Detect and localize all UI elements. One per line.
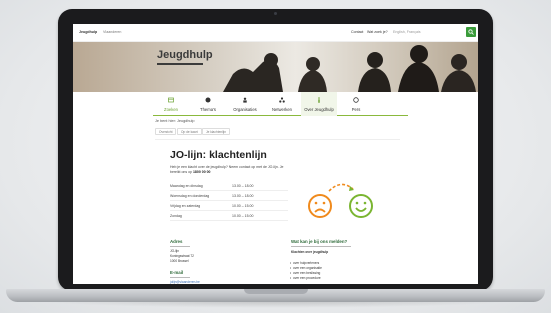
search-link[interactable]: Wat zoek je? — [367, 30, 388, 34]
hero-underline — [157, 63, 203, 65]
globe-icon — [205, 97, 211, 103]
divider — [170, 246, 190, 247]
hours-row: Woensdag en donderdag 13.00 – 18.00 — [170, 192, 288, 201]
email-heading: E-mail — [170, 270, 184, 275]
breadcrumb[interactable]: Je bent hier: Jeugdhulp — [155, 119, 194, 123]
nav-label: Pers — [351, 107, 361, 112]
hours-day: Woensdag en donderdag — [170, 194, 210, 198]
search-icon — [168, 97, 174, 103]
divider — [170, 277, 190, 278]
divider — [291, 246, 351, 247]
nav-item-pers[interactable]: Pers — [338, 92, 374, 116]
hero-banner: Jeugdhulp — [73, 42, 478, 92]
list-item: over hulpverleners — [290, 261, 319, 265]
list-item: over een organisatie — [290, 266, 322, 270]
page-title: JO-lijn: klachtenlijn — [170, 149, 267, 161]
laptop-notch — [244, 289, 308, 294]
content-card: JO-lijn: klachtenlijn Heb je een klacht … — [170, 149, 385, 284]
webcam-icon — [274, 12, 277, 15]
sad-to-happy-illustration — [308, 183, 373, 218]
search-icon — [468, 29, 474, 35]
laptop-screen: Jeugdhulp Vlaanderen Contact Wat zoek je… — [73, 24, 478, 284]
main-nav: Zoeken Thema's Organisaties Netwerken Ov… — [153, 92, 408, 116]
intro-phone[interactable]: 1800 00 00 — [193, 170, 211, 174]
hours-time: 13.00 – 18.00 — [232, 184, 254, 188]
network-icon — [279, 97, 285, 103]
nav-label: Over Jeugdhulp — [304, 107, 334, 112]
report-subheading: Klachten over jeugdhulp — [291, 250, 329, 254]
address-city: 1000 Brussel — [170, 259, 189, 263]
megaphone-icon — [353, 97, 359, 103]
nav-label: Netwerken — [271, 107, 292, 112]
hours-row: Maandag en dinsdag 13.00 – 18.00 — [170, 182, 288, 191]
tool-map[interactable]: Op de kaart — [177, 128, 202, 135]
hours-time: 10.00 – 15.00 — [232, 204, 254, 208]
nav-item-over-jeugdhulp[interactable]: Over Jeugdhulp — [301, 92, 337, 116]
divider — [155, 139, 400, 140]
hours-time: 10.00 – 15.00 — [232, 214, 254, 218]
search-button[interactable] — [466, 27, 476, 37]
laptop-base — [6, 289, 545, 302]
language-link[interactable]: English, Français — [393, 30, 421, 34]
hours-row: Vrijdag en zaterdag 10.00 – 15.00 — [170, 202, 288, 211]
info-icon — [318, 97, 320, 103]
nav-label: Zoeken — [164, 107, 178, 112]
top-bar: Jeugdhulp Vlaanderen Contact Wat zoek je… — [73, 24, 478, 42]
address-heading: Adres — [170, 239, 183, 244]
tool-overview[interactable]: Overzicht — [155, 128, 177, 135]
happy-face-icon — [349, 194, 373, 218]
hours-day: Zondag — [170, 214, 182, 218]
email-link[interactable]: jolijn@vlaanderen.be — [170, 280, 200, 284]
hours-row: Zondag 10.00 – 15.00 — [170, 212, 288, 221]
hours-time: 13.00 – 18.00 — [232, 194, 254, 198]
nav-label: Thema's — [200, 107, 216, 112]
tool-complaints[interactable]: Je klachtenlijn — [202, 128, 231, 135]
intro-body: Heb je een klacht over de jeugdhulp? Nee… — [170, 165, 284, 174]
nav-item-organisaties[interactable]: Organisaties — [227, 92, 263, 116]
site-subtitle: Vlaanderen — [103, 30, 122, 34]
site-logo[interactable]: Jeugdhulp — [79, 30, 97, 34]
laptop-lid: Jeugdhulp Vlaanderen Contact Wat zoek je… — [58, 9, 493, 291]
people-icon — [243, 97, 247, 103]
list-item: over een procedure — [290, 276, 321, 280]
report-heading: Wat kan je bij ons melden? — [291, 239, 348, 244]
nav-label: Organisaties — [233, 107, 257, 112]
nav-item-themas[interactable]: Thema's — [190, 92, 226, 116]
nav-item-netwerken[interactable]: Netwerken — [264, 92, 300, 116]
nav-item-zoeken[interactable]: Zoeken — [153, 92, 189, 116]
hours-day: Vrijdag en zaterdag — [170, 204, 201, 208]
hours-day: Maandag en dinsdag — [170, 184, 203, 188]
silhouettes-image — [223, 45, 476, 92]
intro-text: Heb je een klacht over de jeugdhulp? Nee… — [170, 165, 288, 175]
sad-face-icon — [308, 194, 332, 218]
sad-to-happy-illustration — [303, 177, 378, 222]
contact-link[interactable]: Contact — [351, 30, 363, 34]
hero-title: Jeugdhulp — [157, 49, 213, 61]
list-item: over een beslissing — [290, 271, 320, 275]
